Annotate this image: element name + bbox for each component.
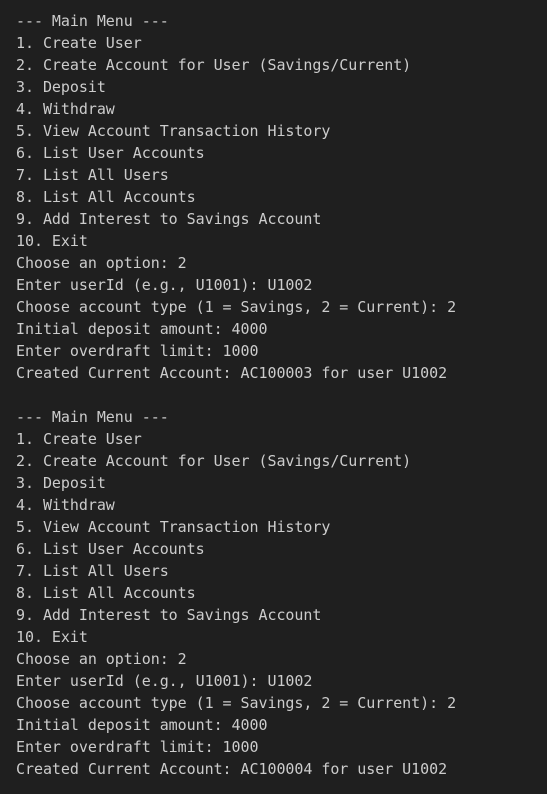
- prompt-overdraft-limit: Enter overdraft limit: 1000: [16, 342, 259, 360]
- menu-option-exit: 10. Exit: [16, 232, 88, 250]
- prompt-user-id: Enter userId (e.g., U1001): U1002: [16, 276, 313, 294]
- prompt-account-type: Choose account type (1 = Savings, 2 = Cu…: [16, 694, 457, 712]
- prompt-initial-deposit: Initial deposit amount: 4000: [16, 716, 268, 734]
- prompt-choose-option: Choose an option: 2: [16, 254, 187, 272]
- menu-option-create-user: 1. Create User: [16, 34, 142, 52]
- prompt-user-id: Enter userId (e.g., U1001): U1002: [16, 672, 313, 690]
- menu-option-withdraw: 4. Withdraw: [16, 100, 115, 118]
- menu-session-2: --- Main Menu --- 1. Create User 2. Crea…: [16, 406, 547, 780]
- prompt-choose-option: Choose an option: 2: [16, 650, 187, 668]
- menu-option-deposit: 3. Deposit: [16, 78, 106, 96]
- menu-option-list-all-users: 7. List All Users: [16, 166, 169, 184]
- menu-header: --- Main Menu ---: [16, 12, 169, 30]
- menu-option-create-user: 1. Create User: [16, 430, 142, 448]
- menu-option-view-history: 5. View Account Transaction History: [16, 518, 331, 536]
- result-message: Created Current Account: AC100003 for us…: [16, 364, 448, 382]
- menu-option-list-all-accounts: 8. List All Accounts: [16, 584, 196, 602]
- menu-option-create-account: 2. Create Account for User (Savings/Curr…: [16, 56, 412, 74]
- menu-option-list-user-accounts: 6. List User Accounts: [16, 144, 205, 162]
- menu-session-1: --- Main Menu --- 1. Create User 2. Crea…: [16, 10, 547, 384]
- result-message: Created Current Account: AC100004 for us…: [16, 760, 448, 778]
- menu-option-view-history: 5. View Account Transaction History: [16, 122, 331, 140]
- prompt-initial-deposit: Initial deposit amount: 4000: [16, 320, 268, 338]
- menu-option-add-interest: 9. Add Interest to Savings Account: [16, 606, 322, 624]
- menu-header: --- Main Menu ---: [16, 408, 169, 426]
- menu-option-list-all-accounts: 8. List All Accounts: [16, 188, 196, 206]
- menu-option-add-interest: 9. Add Interest to Savings Account: [16, 210, 322, 228]
- terminal-output: --- Main Menu --- 1. Create User 2. Crea…: [0, 0, 547, 794]
- menu-option-list-user-accounts: 6. List User Accounts: [16, 540, 205, 558]
- menu-option-withdraw: 4. Withdraw: [16, 496, 115, 514]
- prompt-overdraft-limit: Enter overdraft limit: 1000: [16, 738, 259, 756]
- menu-option-deposit: 3. Deposit: [16, 474, 106, 492]
- menu-option-exit: 10. Exit: [16, 628, 88, 646]
- menu-option-create-account: 2. Create Account for User (Savings/Curr…: [16, 452, 412, 470]
- prompt-account-type: Choose account type (1 = Savings, 2 = Cu…: [16, 298, 457, 316]
- menu-option-list-all-users: 7. List All Users: [16, 562, 169, 580]
